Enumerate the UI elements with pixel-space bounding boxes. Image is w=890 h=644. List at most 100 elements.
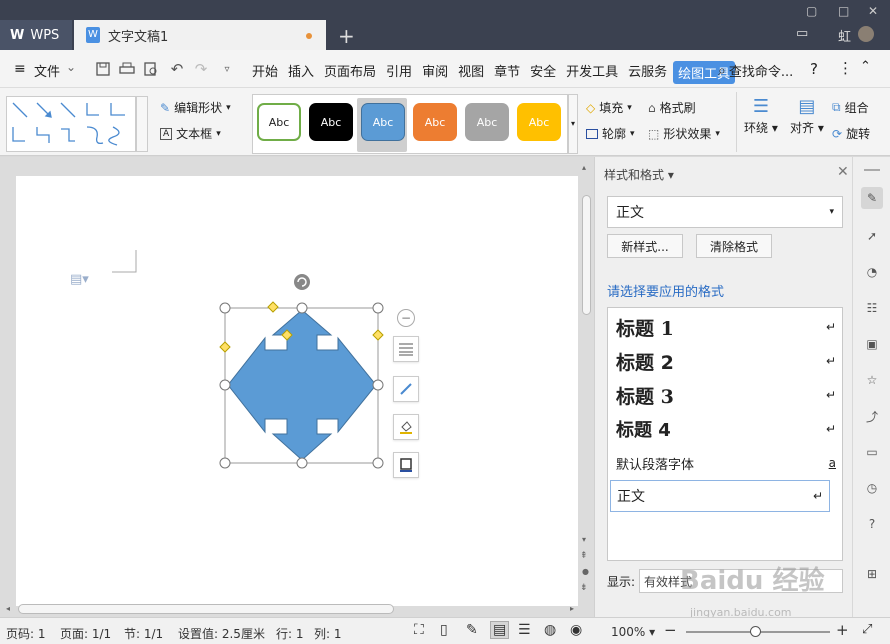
style-gallery-more[interactable]: ▾ bbox=[568, 94, 578, 154]
avatar[interactable] bbox=[858, 26, 874, 42]
line-shape-gallery[interactable] bbox=[6, 96, 136, 152]
style-swatch-orange[interactable]: Abc bbox=[413, 103, 457, 141]
tab-document[interactable]: W 文字文稿1 bbox=[74, 20, 326, 50]
zoom-slider-thumb[interactable] bbox=[750, 626, 761, 637]
rotate-button[interactable]: ⟳ 旋转 bbox=[832, 125, 870, 142]
fill-color-icon[interactable] bbox=[393, 414, 419, 440]
write-mode-icon[interactable]: ✎ bbox=[466, 622, 478, 638]
menu-file[interactable]: 文件 bbox=[30, 61, 64, 80]
status-page-number[interactable]: 页码: 1 bbox=[6, 625, 46, 642]
eye-protection-icon[interactable]: ◉ bbox=[570, 622, 582, 638]
pen-style-icon[interactable] bbox=[393, 376, 419, 402]
read-mode-icon[interactable]: ▯ bbox=[440, 622, 448, 638]
tab-wps[interactable]: W WPS bbox=[0, 20, 72, 50]
fill-button[interactable]: ◇ 填充 ▾ bbox=[586, 99, 632, 116]
history-icon[interactable]: ◷ bbox=[861, 477, 883, 499]
fit-page-icon[interactable]: ⤢ bbox=[862, 622, 872, 637]
menu-chapter[interactable]: 章节 bbox=[490, 61, 524, 84]
scroll-up-icon[interactable]: ▴ bbox=[582, 163, 586, 172]
menu-security[interactable]: 安全 bbox=[526, 61, 560, 84]
list-item[interactable]: 标题 3 ↵ bbox=[616, 384, 836, 408]
list-item[interactable]: 标题 4 ↵ bbox=[616, 418, 836, 441]
redo-icon[interactable]: ↷ bbox=[190, 58, 212, 80]
menu-references[interactable]: 引用 bbox=[382, 61, 416, 84]
shapes-icon[interactable]: ◔ bbox=[861, 261, 883, 283]
select-pointer-icon[interactable]: ➚ bbox=[861, 225, 883, 247]
style-swatch-gray[interactable]: Abc bbox=[465, 103, 509, 141]
style-swatch-gold[interactable]: Abc bbox=[517, 103, 561, 141]
line-gallery-scroll[interactable] bbox=[136, 96, 148, 152]
chevron-down-icon[interactable]: ⌄ bbox=[66, 60, 76, 74]
new-style-button[interactable]: 新样式... bbox=[607, 234, 683, 258]
layout-options-icon[interactable] bbox=[393, 336, 419, 362]
zoom-in-icon[interactable]: + bbox=[836, 621, 849, 639]
panel-title[interactable]: 样式和格式 ▾ bbox=[604, 166, 674, 183]
menu-review[interactable]: 审阅 bbox=[418, 61, 452, 84]
shape-effects-button[interactable]: ⬚ 形状效果 ▾ bbox=[648, 125, 720, 142]
page-view-icon[interactable]: ▤ bbox=[490, 621, 510, 639]
quad-arrow-shape[interactable] bbox=[227, 309, 377, 461]
archive-icon[interactable]: ▭ bbox=[861, 441, 883, 463]
help-circle-icon[interactable]: ? bbox=[861, 513, 883, 535]
help-icon[interactable]: ? bbox=[810, 60, 818, 78]
more-icon[interactable]: ⋮ bbox=[838, 59, 853, 77]
properties-icon[interactable]: ☷ bbox=[861, 297, 883, 319]
maximize-icon[interactable]: □ bbox=[838, 4, 849, 18]
close-panel-icon[interactable]: ✕ bbox=[837, 164, 849, 180]
new-tab-button[interactable]: + bbox=[338, 24, 355, 48]
text-box-button[interactable]: A 文本框 ▾ bbox=[160, 125, 221, 142]
menu-developer[interactable]: 开发工具 bbox=[562, 61, 622, 84]
menu-cloud[interactable]: 云服务 bbox=[624, 61, 671, 84]
style-swatch-black[interactable]: Abc bbox=[309, 103, 353, 141]
print-preview-icon[interactable] bbox=[140, 58, 162, 80]
picture-icon[interactable]: ▣ bbox=[861, 333, 883, 355]
list-item[interactable]: 标题 1 ↵ bbox=[616, 316, 836, 340]
web-view-icon[interactable]: ◍ bbox=[544, 622, 556, 638]
close-window-icon[interactable]: ✕ bbox=[868, 4, 878, 18]
menu-insert[interactable]: 插入 bbox=[284, 61, 318, 84]
list-item[interactable]: 默认段落字体 a bbox=[616, 452, 836, 474]
share-icon[interactable]: ⤴ bbox=[861, 405, 883, 427]
style-format-icon[interactable]: ✎ bbox=[861, 187, 883, 209]
apps-grid-icon[interactable]: ⊞ bbox=[861, 563, 883, 585]
hamburger-icon[interactable]: ≡ bbox=[14, 61, 26, 77]
menu-view[interactable]: 视图 bbox=[454, 61, 488, 84]
document-page[interactable]: ▤▾ − bbox=[16, 176, 578, 606]
outline-color-icon[interactable] bbox=[393, 452, 419, 478]
edit-shape-button[interactable]: ✎ 编辑形状 ▾ bbox=[160, 99, 231, 116]
select-browse-icon[interactable]: ● bbox=[582, 567, 589, 576]
selected-shape[interactable] bbox=[216, 272, 392, 472]
menu-page-layout[interactable]: 页面布局 bbox=[320, 61, 380, 84]
save-icon[interactable] bbox=[92, 58, 114, 80]
list-item-selected[interactable]: 正文 ↵ bbox=[610, 480, 830, 512]
rotate-handle[interactable] bbox=[294, 274, 310, 290]
clear-format-button[interactable]: 清除格式 bbox=[696, 234, 772, 258]
style-swatch-blue[interactable]: Abc bbox=[361, 103, 405, 141]
user-name[interactable]: 虹 bbox=[838, 26, 851, 45]
outline-view-icon[interactable]: ☰ bbox=[518, 622, 531, 638]
align-button[interactable]: ▤ 对齐 ▾ bbox=[790, 96, 824, 136]
print-icon[interactable] bbox=[116, 58, 138, 80]
format-brush-button[interactable]: ⌂ 格式刷 bbox=[648, 99, 696, 116]
group-button[interactable]: ⧉ 组合 bbox=[832, 99, 869, 116]
vertical-scrollbar[interactable]: ▴ ▾ ⇞ ● ⇟ bbox=[578, 163, 594, 603]
scroll-left-icon[interactable]: ◂ bbox=[6, 604, 10, 613]
collapse-ribbon-icon[interactable]: ⌃ bbox=[860, 59, 871, 74]
outline-button[interactable]: 轮廓 ▾ bbox=[586, 125, 635, 142]
collapse-tools-icon[interactable]: − bbox=[397, 309, 415, 327]
window-mode-icon[interactable]: ▭ bbox=[796, 26, 808, 41]
undo-icon[interactable]: ↶ bbox=[166, 58, 188, 80]
command-search[interactable]: ⌕ 查找命令... bbox=[718, 61, 793, 81]
restore-icon[interactable]: ▢ bbox=[806, 4, 817, 18]
scroll-down-icon[interactable]: ▾ bbox=[582, 535, 586, 544]
list-item[interactable]: 标题 2 ↵ bbox=[616, 350, 836, 374]
zoom-level[interactable]: 100% ▾ bbox=[611, 625, 655, 639]
horizontal-scrollbar[interactable]: ◂ ▸ bbox=[0, 602, 594, 616]
fullscreen-icon[interactable]: ⛶ bbox=[414, 622, 424, 638]
scroll-right-icon[interactable]: ▸ bbox=[570, 604, 574, 613]
current-style-select[interactable]: 正文 ▾ bbox=[607, 196, 843, 228]
wrap-button[interactable]: ☰ 环绕 ▾ bbox=[744, 96, 778, 136]
zoom-out-icon[interactable]: − bbox=[664, 621, 677, 639]
star-icon[interactable]: ☆ bbox=[861, 369, 883, 391]
menu-home[interactable]: 开始 bbox=[248, 61, 282, 84]
